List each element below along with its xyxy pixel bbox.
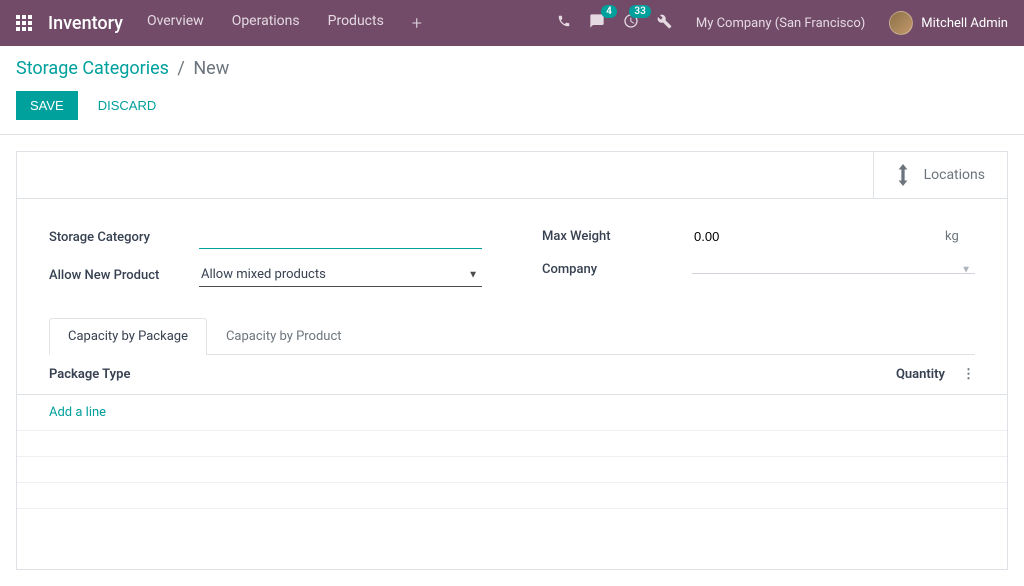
- nav-operations[interactable]: Operations: [232, 13, 300, 34]
- phone-icon[interactable]: [557, 14, 571, 32]
- sort-icon: [896, 164, 910, 186]
- nav-overview[interactable]: Overview: [147, 13, 204, 34]
- list-item: [17, 483, 1007, 509]
- locations-stat-button[interactable]: Locations: [873, 152, 1007, 198]
- tab-capacity-by-package[interactable]: Capacity by Package: [49, 318, 207, 355]
- tab-capacity-by-product[interactable]: Capacity by Product: [207, 318, 361, 355]
- app-brand[interactable]: Inventory: [48, 13, 123, 34]
- breadcrumb-parent[interactable]: Storage Categories: [16, 58, 169, 79]
- top-navbar: Inventory Overview Operations Products +…: [0, 0, 1024, 46]
- user-name: Mitchell Admin: [921, 16, 1008, 31]
- col-package-type: Package Type: [49, 367, 855, 382]
- stat-bar: Locations: [17, 152, 1007, 199]
- breadcrumb-sep: /: [177, 58, 184, 79]
- list-item: [17, 431, 1007, 457]
- user-menu[interactable]: Mitchell Admin: [889, 11, 1008, 35]
- max-weight-input[interactable]: [692, 225, 945, 248]
- allow-new-product-label: Allow New Product: [49, 268, 199, 283]
- chat-icon[interactable]: 4: [589, 13, 605, 33]
- chat-badge: 4: [601, 5, 617, 18]
- company-select[interactable]: [692, 265, 975, 274]
- form-sheet: Locations Storage Category Allow New Pro…: [16, 151, 1008, 570]
- max-weight-label: Max Weight: [542, 229, 692, 244]
- nav-menu: Overview Operations Products +: [147, 13, 422, 34]
- add-line-button[interactable]: Add a line: [17, 395, 1007, 431]
- activity-badge: 33: [629, 5, 650, 18]
- nav-right: 4 33 My Company (San Francisco) Mitchell…: [557, 11, 1008, 35]
- activity-icon[interactable]: 33: [623, 13, 639, 33]
- company-selector[interactable]: My Company (San Francisco): [696, 16, 865, 31]
- avatar: [889, 11, 913, 35]
- apps-icon[interactable]: [16, 15, 32, 31]
- list-item: [17, 457, 1007, 483]
- max-weight-unit: kg: [945, 229, 959, 244]
- col-quantity: Quantity: [855, 367, 945, 382]
- storage-category-label: Storage Category: [49, 230, 199, 245]
- control-panel: Storage Categories / New Save Discard: [0, 46, 1024, 135]
- locations-label: Locations: [924, 167, 985, 183]
- nav-products[interactable]: Products: [328, 13, 384, 34]
- company-label: Company: [542, 262, 692, 277]
- kebab-icon[interactable]: ⋮: [945, 367, 975, 382]
- tabs: Capacity by Package Capacity by Product: [49, 317, 975, 355]
- discard-button[interactable]: Discard: [88, 91, 167, 120]
- storage-category-input[interactable]: [199, 225, 482, 249]
- tools-icon[interactable]: [657, 14, 672, 33]
- capacity-list: Package Type Quantity ⋮ Add a line: [17, 355, 1007, 569]
- allow-new-product-select[interactable]: Allow mixed products: [199, 263, 482, 287]
- breadcrumb: Storage Categories / New: [16, 58, 1008, 79]
- nav-new-icon[interactable]: +: [412, 13, 422, 34]
- save-button[interactable]: Save: [16, 91, 78, 120]
- breadcrumb-current: New: [193, 58, 229, 79]
